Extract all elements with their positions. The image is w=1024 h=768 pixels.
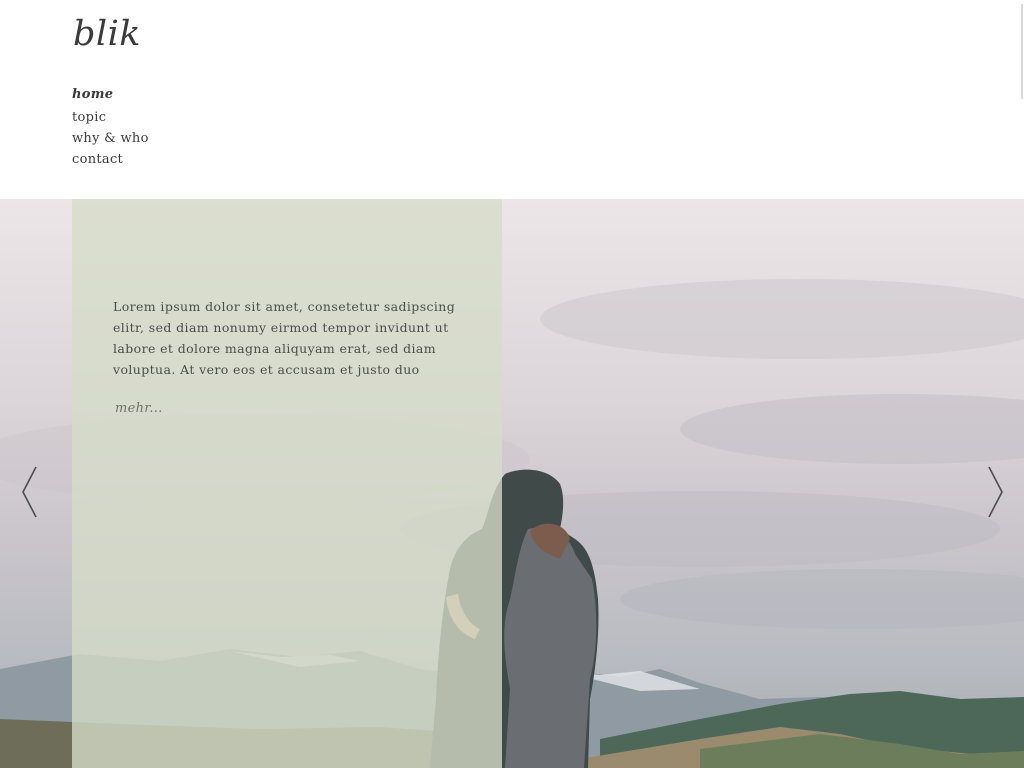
page: blik home topic why & who contact Lorem …: [0, 0, 1024, 768]
nav-item-contact[interactable]: contact: [72, 149, 149, 170]
nav-item-why-who[interactable]: why & who: [72, 128, 149, 149]
slider-next-button[interactable]: [985, 465, 1005, 519]
nav-item-topic[interactable]: topic: [72, 107, 149, 128]
intro-text: Lorem ipsum dolor sit amet, consetetur s…: [113, 299, 456, 377]
more-link[interactable]: mehr...: [115, 401, 163, 416]
nav-item-home[interactable]: home: [72, 84, 149, 105]
slider-prev-button[interactable]: [20, 465, 40, 519]
hero-slider: Lorem ipsum dolor sit amet, consetetur s…: [0, 199, 1024, 768]
site-logo[interactable]: blik: [73, 14, 141, 54]
site-header: blik home topic why & who contact: [0, 0, 1024, 199]
chevron-left-icon: [22, 466, 37, 518]
intro-panel: Lorem ipsum dolor sit amet, consetetur s…: [72, 199, 502, 768]
main-nav: home topic why & who contact: [72, 84, 149, 170]
scrollbar[interactable]: [1015, 4, 1023, 99]
chevron-right-icon: [988, 466, 1003, 518]
